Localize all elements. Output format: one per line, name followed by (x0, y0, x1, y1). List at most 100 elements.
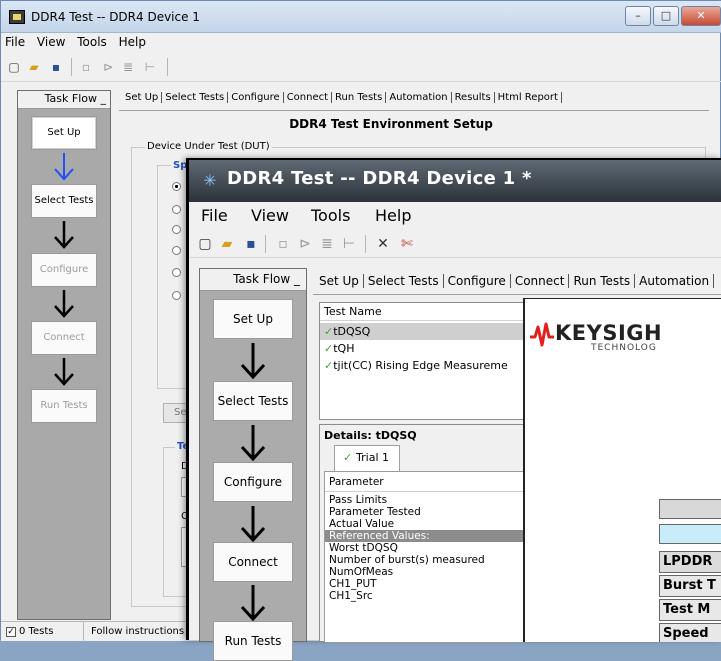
arrow-down-icon (240, 343, 266, 380)
parameter-row[interactable]: Parameter Tested (325, 506, 523, 518)
trial-tab[interactable]: ✓ Trial 1 (334, 445, 400, 471)
parameter-row[interactable]: Referenced Values: (325, 530, 523, 542)
arrow-down-icon (54, 221, 74, 249)
report-row: Speed (659, 623, 721, 642)
menu-tools[interactable]: Tools (73, 33, 111, 51)
task-step-connect[interactable]: Connect (31, 321, 97, 355)
parameter-header[interactable]: Parameter (325, 472, 523, 492)
menu-tools[interactable]: Tools (311, 206, 350, 225)
task-step-run-tests[interactable]: Run Tests (213, 621, 293, 661)
back-title-bar[interactable]: DDR4 Test -- DDR4 Device 1 – □ ✕ (1, 1, 721, 33)
task-step-set-up[interactable]: Set Up (213, 299, 293, 339)
parameter-row[interactable]: Actual Value (325, 518, 523, 530)
speed-radio[interactable] (172, 246, 181, 255)
speed-radio[interactable] (172, 268, 181, 277)
speed-radio[interactable] (172, 225, 181, 234)
arrow-down-icon (240, 425, 266, 462)
status-message: Follow instructions t (91, 626, 192, 637)
check-icon: ✓ (324, 325, 334, 338)
menu-file[interactable]: File (201, 206, 228, 225)
back-task-flow-panel: Task Flow _ Set Up Select Tests Configur… (17, 90, 111, 620)
toolbar-separator (71, 58, 72, 76)
front-tab-strip: Set Up Select Tests Configure Connect Run Te… (317, 274, 715, 288)
task-flow-header[interactable]: Task Flow _ (18, 91, 110, 109)
new-file-icon[interactable]: ▢ (7, 60, 21, 74)
tab-results[interactable]: Results (451, 92, 495, 103)
tab-divider (119, 110, 709, 111)
connection-icon[interactable]: ▫ (275, 236, 291, 252)
speed-radio[interactable] (172, 291, 181, 300)
report-table-accent (659, 524, 721, 544)
open-folder-icon[interactable]: ▰ (27, 60, 41, 74)
tab-select-tests[interactable]: Select Tests (363, 274, 444, 288)
tests-checkbox[interactable]: ✓ (6, 627, 16, 637)
keysight-logo-subtext: TECHNOLOG (591, 343, 657, 353)
menu-help[interactable]: Help (115, 33, 150, 51)
menu-file[interactable]: File (1, 33, 29, 51)
results-icon[interactable]: ≣ (121, 60, 135, 74)
tab-divider (313, 294, 721, 295)
menu-help[interactable]: Help (375, 206, 411, 225)
tab-set-up[interactable]: Set Up (317, 274, 364, 288)
task-step-run-tests[interactable]: Run Tests (31, 389, 97, 423)
tab-configure[interactable]: Configure (228, 92, 284, 103)
tab-connect[interactable]: Connect (283, 92, 333, 103)
tab-select-tests[interactable]: Select Tests (162, 92, 229, 103)
speed-radio[interactable] (172, 182, 181, 191)
stop-icon[interactable]: ⊢ (143, 60, 157, 74)
tab-automation[interactable]: Automation (635, 274, 715, 288)
task-flow-header[interactable]: Task Flow _ (200, 269, 306, 291)
blue-arrow-down-icon (54, 153, 74, 181)
tab-set-up[interactable]: Set Up (121, 92, 163, 103)
test-list-header[interactable]: Test Name (320, 303, 524, 321)
maximize-button[interactable]: □ (653, 6, 679, 26)
save-icon[interactable]: ▪ (49, 60, 63, 74)
menu-view[interactable]: View (33, 33, 69, 51)
close-button[interactable]: ✕ (681, 6, 721, 26)
page-heading: DDR4 Test Environment Setup (289, 117, 493, 131)
task-step-select-tests[interactable]: Select Tests (213, 381, 293, 421)
toolbar-separator (265, 235, 266, 253)
front-window-title: DDR4 Test -- DDR4 Device 1 * (227, 168, 532, 189)
test-row[interactable]: ✓tDQSQ (320, 323, 524, 340)
tab-run-tests[interactable]: Run Tests (332, 92, 387, 103)
tab-html-report[interactable]: Html Report (494, 92, 562, 103)
test-row[interactable]: ✓tjit(CC) Rising Edge Measureme (320, 357, 524, 374)
open-folder-icon[interactable]: ▰ (219, 236, 235, 252)
results-icon[interactable]: ≣ (319, 236, 335, 252)
task-step-set-up[interactable]: Set Up (31, 116, 97, 150)
cut-icon[interactable]: ✄ (399, 236, 415, 252)
report-row: Test M (659, 599, 721, 621)
tab-connect[interactable]: Connect (510, 274, 570, 288)
parameter-row[interactable]: Pass Limits (325, 494, 523, 506)
tab-automation[interactable]: Automation (386, 92, 452, 103)
task-step-configure[interactable]: Configure (31, 253, 97, 287)
run-icon[interactable]: ⊳ (297, 236, 313, 252)
speed-radio[interactable] (172, 205, 181, 214)
parameter-row[interactable]: NumOfMeas (325, 566, 523, 578)
task-step-configure[interactable]: Configure (213, 462, 293, 502)
connection-icon[interactable]: ▫ (79, 60, 93, 74)
front-title-bar[interactable]: ✳ DDR4 Test -- DDR4 Device 1 * (189, 160, 721, 202)
parameter-row[interactable]: CH1_Src (325, 590, 523, 602)
back-menu-bar: File View Tools Help (1, 33, 721, 51)
test-name: tjit(CC) Rising Edge Measureme (333, 359, 508, 372)
save-icon[interactable]: ▪ (243, 236, 259, 252)
parameter-row[interactable]: Worst tDQSQ (325, 542, 523, 554)
delete-icon[interactable]: ✕ (375, 236, 391, 252)
new-file-icon[interactable]: ▢ (197, 236, 213, 252)
task-step-connect[interactable]: Connect (213, 542, 293, 582)
minimize-button[interactable]: – (625, 6, 651, 26)
task-step-select-tests[interactable]: Select Tests (31, 184, 97, 218)
test-row[interactable]: ✓tQH (320, 340, 524, 357)
report-row: LPDDR (659, 551, 721, 573)
report-table-header (659, 499, 721, 519)
tab-configure[interactable]: Configure (443, 274, 511, 288)
run-icon[interactable]: ⊳ (101, 60, 115, 74)
menu-view[interactable]: View (251, 206, 289, 225)
test-name: tQH (333, 342, 355, 355)
tab-run-tests[interactable]: Run Tests (569, 274, 636, 288)
parameter-row[interactable]: CH1_PUT (325, 578, 523, 590)
stop-icon[interactable]: ⊢ (341, 236, 357, 252)
parameter-row[interactable]: Number of burst(s) measured (325, 554, 523, 566)
